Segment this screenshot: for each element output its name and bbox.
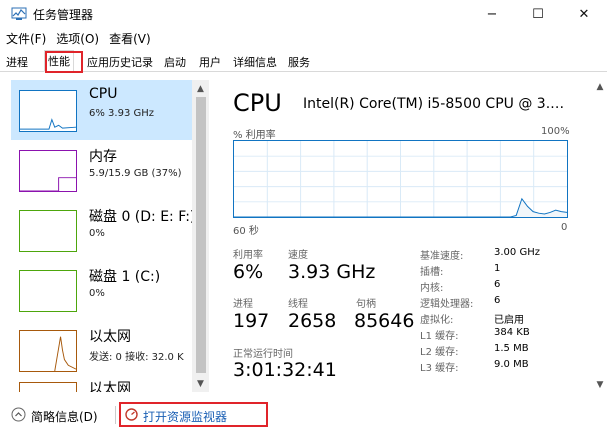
uptime-value: 3:01:32:41 bbox=[233, 359, 337, 381]
info-value: 1 bbox=[494, 263, 501, 274]
tab-processes[interactable]: 进程 bbox=[3, 52, 31, 71]
menu-bar: 文件(F) 选项(O) 查看(V) bbox=[0, 29, 155, 48]
tab-performance[interactable]: 性能 bbox=[44, 50, 74, 72]
task-manager-icon bbox=[11, 7, 27, 20]
handles-value: 85646 bbox=[354, 310, 415, 332]
resource-thumbnail bbox=[19, 330, 77, 372]
resource-name: CPU bbox=[89, 86, 118, 102]
resource-thumbnail bbox=[19, 270, 77, 312]
brief-info-link[interactable]: 简略信息(D) bbox=[31, 408, 98, 425]
resource-item[interactable]: 以太网发送: 0 接收: 32.0 K bbox=[11, 320, 199, 380]
processes-label: 进程 bbox=[233, 299, 253, 310]
tab-users[interactable]: 用户 bbox=[196, 52, 224, 71]
info-label: 虚拟化: bbox=[420, 315, 454, 326]
footer-separator bbox=[115, 406, 116, 424]
resource-detail: 5.9/15.9 GB (37%) bbox=[89, 168, 182, 179]
chevron-up-circle-icon[interactable] bbox=[11, 407, 26, 422]
info-value: 6 bbox=[494, 279, 501, 290]
resource-item[interactable]: 磁盘 1 (C:) 0% bbox=[11, 260, 199, 320]
tab-strip: 进程 性能 应用历史记录 启动 用户 详细信息 服务 bbox=[0, 50, 607, 72]
resource-thumbnail bbox=[19, 382, 77, 392]
resource-name: 磁盘 1 (C:) bbox=[89, 269, 161, 285]
threads-value: 2658 bbox=[288, 310, 337, 332]
speed-value: 3.93 GHz bbox=[288, 261, 376, 283]
info-value: 9.0 MB bbox=[494, 359, 529, 370]
uptime-label: 正常运行时间 bbox=[233, 349, 293, 360]
resource-list: CPU 6% 3.93 GHz 内存 5.9/15.9 GB (37%) 磁盘 0 (D… bbox=[11, 80, 211, 392]
graph-time-label: 60 秒 bbox=[233, 226, 259, 237]
resource-thumbnail bbox=[19, 210, 77, 252]
resource-item[interactable]: CPU 6% 3.93 GHz bbox=[11, 80, 199, 140]
menu-options[interactable]: 选项(O) bbox=[52, 30, 103, 47]
resource-item[interactable]: 内存 5.9/15.9 GB (37%) bbox=[11, 140, 199, 200]
speed-label: 速度 bbox=[288, 250, 308, 261]
tab-details[interactable]: 详细信息 bbox=[230, 52, 280, 71]
minimize-button[interactable]: − bbox=[469, 0, 515, 28]
info-value: 6 bbox=[494, 295, 501, 306]
resource-name: 以太网 bbox=[89, 329, 131, 345]
resource-monitor-icon bbox=[125, 408, 138, 421]
utilization-value: 6% bbox=[233, 261, 264, 283]
menu-view[interactable]: 查看(V) bbox=[105, 30, 155, 47]
scroll-up-icon[interactable]: ▲ bbox=[192, 80, 209, 97]
info-label: 逻辑处理器: bbox=[420, 299, 474, 310]
resource-item[interactable]: 以太网 bbox=[11, 372, 199, 392]
info-label: 内核: bbox=[420, 283, 444, 294]
graph-label-max: 100% bbox=[541, 126, 570, 137]
resource-detail: 0% bbox=[89, 288, 105, 299]
open-resource-monitor-link[interactable]: 打开资源监视器 bbox=[143, 408, 227, 425]
resource-thumbnail bbox=[19, 150, 77, 192]
info-label: 插槽: bbox=[420, 267, 444, 278]
threads-label: 线程 bbox=[288, 299, 308, 310]
info-value: 384 KB bbox=[494, 327, 530, 338]
info-value: 已启用 bbox=[494, 315, 524, 326]
resource-detail: 0% bbox=[89, 228, 105, 239]
info-value: 1.5 MB bbox=[494, 343, 529, 354]
window-title: 任务管理器 bbox=[33, 7, 94, 22]
resource-detail: 发送: 0 接收: 32.0 K bbox=[89, 352, 184, 363]
main-scroll-up-icon[interactable]: ▲ bbox=[593, 80, 607, 94]
cpu-title: CPU bbox=[233, 89, 282, 117]
utilization-label: 利用率 bbox=[233, 250, 263, 261]
resource-name: 磁盘 0 (D: E: F:) bbox=[89, 209, 196, 225]
menu-file[interactable]: 文件(F) bbox=[2, 30, 50, 47]
processes-value: 197 bbox=[233, 310, 270, 332]
cpu-model: Intel(R) Core(TM) i5-8500 CPU @ 3.00GHz bbox=[303, 96, 573, 112]
resource-thumbnail bbox=[19, 90, 77, 132]
maximize-button[interactable]: ☐ bbox=[515, 0, 561, 28]
info-label: 基准速度: bbox=[420, 251, 464, 262]
close-button[interactable]: ✕ bbox=[561, 0, 607, 28]
tab-services[interactable]: 服务 bbox=[285, 52, 313, 71]
graph-zero-label: 0 bbox=[561, 222, 568, 233]
info-label: L3 缓存: bbox=[420, 363, 459, 374]
resource-item[interactable]: 磁盘 0 (D: E: F:) 0% bbox=[11, 200, 199, 260]
cpu-utilization-graph bbox=[233, 140, 568, 218]
scroll-down-icon[interactable]: ▼ bbox=[192, 375, 209, 392]
handles-label: 句柄 bbox=[356, 299, 376, 310]
resource-detail: 6% 3.93 GHz bbox=[89, 108, 155, 119]
main-scroll-down-icon[interactable]: ▼ bbox=[593, 378, 607, 392]
info-label: L2 缓存: bbox=[420, 347, 459, 358]
graph-label-utilization: % 利用率 bbox=[233, 130, 276, 141]
tab-startup[interactable]: 启动 bbox=[161, 52, 189, 71]
resource-name: 以太网 bbox=[89, 381, 131, 392]
info-label: L1 缓存: bbox=[420, 331, 459, 342]
tab-app-history[interactable]: 应用历史记录 bbox=[84, 52, 156, 71]
sidebar-scroll-thumb[interactable] bbox=[196, 97, 206, 373]
resource-name: 内存 bbox=[89, 149, 117, 165]
info-value: 3.00 GHz bbox=[494, 247, 540, 258]
